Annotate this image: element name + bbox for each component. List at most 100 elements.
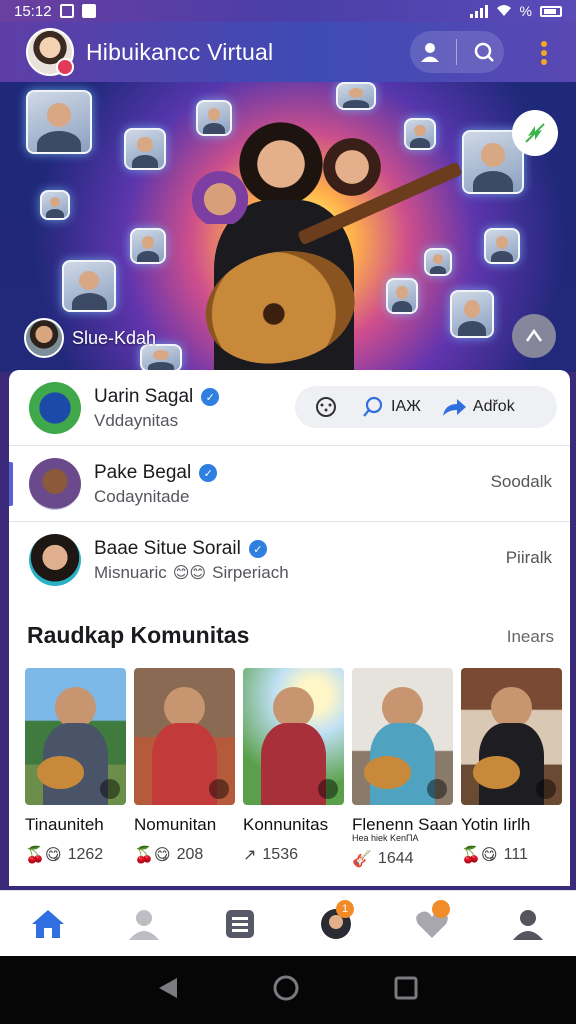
feed-action[interactable]: Piiralk <box>506 548 552 568</box>
row-actions: IAЖ Adřok <box>295 386 557 428</box>
recents-icon[interactable] <box>393 975 419 1006</box>
hero-user-label: Slue-Kdah <box>72 327 157 348</box>
feed-action[interactable]: Soodalk <box>491 472 552 492</box>
status-bar: 15:12 % <box>0 0 576 22</box>
tile-badge-icon <box>318 779 338 799</box>
tile-image <box>134 668 235 805</box>
community-tiles: Tinauniteh 🍒😋 1262 Nomunitan 🍒😋 208 Konn <box>25 668 565 868</box>
feed-name: Baae Situe Sorail ✓ <box>94 538 267 560</box>
selection-marker <box>9 462 13 506</box>
participant-thumb[interactable] <box>62 260 116 312</box>
status-time: 15:12 <box>14 2 52 20</box>
community-tile[interactable]: Yotin Iirlh 🍒😋 111 <box>461 668 562 865</box>
feed-name: Pake Begal ✓ <box>94 462 218 484</box>
tile-image <box>243 668 344 805</box>
share-arrow-icon <box>442 399 466 416</box>
feed-subtitle: Codaynitade <box>94 487 190 506</box>
feed-item[interactable]: Pake Begal ✓ Codaynitade Soodalk <box>9 446 570 522</box>
nav-list[interactable] <box>210 894 270 954</box>
notification-badge <box>432 899 450 918</box>
account-icon <box>513 909 543 940</box>
home-icon <box>32 909 64 938</box>
participant-thumb[interactable] <box>130 228 166 264</box>
nav-profile[interactable] <box>114 894 174 954</box>
participant-thumb[interactable] <box>40 190 70 220</box>
battery-percent: % <box>519 3 532 19</box>
tile-image <box>352 668 453 805</box>
hero-banner: Slue-Kdah <box>0 82 576 372</box>
participant-thumb[interactable] <box>336 82 376 110</box>
friend-figure <box>192 162 248 224</box>
search-icon <box>363 396 383 417</box>
nav-favorites[interactable] <box>402 894 462 954</box>
app-title: Hibuikancc Virtual <box>86 38 274 65</box>
share-button[interactable]: Adřok <box>435 386 521 428</box>
tile-label: Yotin Iirlh <box>461 815 531 834</box>
community-tile[interactable]: Flenenn Saan Hea hiek KenΠA 🎸 1644 <box>352 668 458 869</box>
tile-badge-icon <box>100 779 120 799</box>
search-icon[interactable] <box>471 39 497 65</box>
tile-badge-icon <box>427 779 447 799</box>
tile-image <box>25 668 126 805</box>
notification-icon <box>59 4 74 18</box>
tile-count: 1644 <box>377 850 414 867</box>
collapse-icon[interactable] <box>512 314 556 358</box>
tile-count: 1262 <box>67 846 104 863</box>
section-title: Raudkap Komunitas <box>27 622 250 648</box>
singer-figure <box>236 112 326 212</box>
profile-icon <box>129 909 159 940</box>
mute-icon[interactable] <box>512 110 558 156</box>
feed-avatar <box>29 458 81 510</box>
notification-badge: 1 <box>336 899 354 918</box>
hero-user-avatar <box>24 318 64 358</box>
list-icon <box>226 909 254 938</box>
community-tile[interactable]: Tinauniteh 🍒😋 1262 <box>25 668 126 865</box>
nav-account[interactable] <box>498 894 558 954</box>
feed-subtitle: Vddaynitas <box>94 411 179 430</box>
participant-thumb[interactable] <box>124 128 166 170</box>
participant-thumb[interactable] <box>484 228 520 264</box>
feed-item[interactable]: Baae Situe Sorail ✓ Misnuaric 😊😊 Sirperi… <box>9 522 570 598</box>
tile-count: 1536 <box>262 846 298 863</box>
verified-icon: ✓ <box>201 388 220 406</box>
user-avatar[interactable] <box>26 28 74 76</box>
tile-meta: ↗ 1536 <box>243 846 298 864</box>
message-icon <box>81 4 96 18</box>
back-icon[interactable] <box>157 976 179 1005</box>
tile-image <box>461 668 562 805</box>
tile-badge-icon <box>536 779 556 799</box>
participant-thumb[interactable] <box>386 278 418 314</box>
tile-meta: 🎸 1644 <box>352 850 414 868</box>
tile-label: Konnunitas <box>243 815 329 834</box>
feed-subtitle: Misnuaric 😊😊 Sirperiach <box>94 563 289 582</box>
more-menu-icon[interactable] <box>534 41 554 65</box>
tile-meta: 🍒😋 111 <box>461 846 528 864</box>
gear-icon <box>316 397 336 417</box>
nav-avatar[interactable]: 1 <box>306 894 366 954</box>
wifi-icon <box>496 3 512 20</box>
community-tile[interactable]: Konnunitas ↗ 1536 <box>243 668 344 865</box>
participant-thumb[interactable] <box>196 100 232 136</box>
community-tile[interactable]: Nomunitan 🍒😋 208 <box>134 668 235 865</box>
participant-thumb[interactable] <box>424 248 452 276</box>
hero-user[interactable]: Slue-Kdah <box>24 318 156 358</box>
nav-home[interactable] <box>18 894 78 954</box>
home-circle-icon[interactable] <box>272 974 300 1007</box>
battery-icon <box>540 5 562 17</box>
section-see-all-link[interactable]: Inears <box>507 627 554 647</box>
emoji: 😊😊 <box>172 565 207 582</box>
bottom-navigation: 1 <box>0 890 576 956</box>
participant-thumb[interactable] <box>26 90 92 154</box>
app-header: Hibuikancc Virtual <box>0 22 576 82</box>
friend-figure <box>322 132 382 202</box>
settings-button[interactable] <box>305 386 347 428</box>
participant-thumb[interactable] <box>450 290 494 338</box>
search-button[interactable]: IAЖ <box>355 386 427 428</box>
feed-item[interactable]: Uarin Sagal ✓ Vddaynitas IAЖ Adřok <box>9 370 570 446</box>
verified-icon: ✓ <box>248 540 267 558</box>
participant-thumb[interactable] <box>404 118 436 150</box>
tile-label: Nomunitan <box>134 815 217 834</box>
profile-icon[interactable] <box>417 39 443 65</box>
tile-count: 111 <box>503 846 528 863</box>
content-card: Uarin Sagal ✓ Vddaynitas IAЖ Adřok Pake … <box>9 370 570 886</box>
